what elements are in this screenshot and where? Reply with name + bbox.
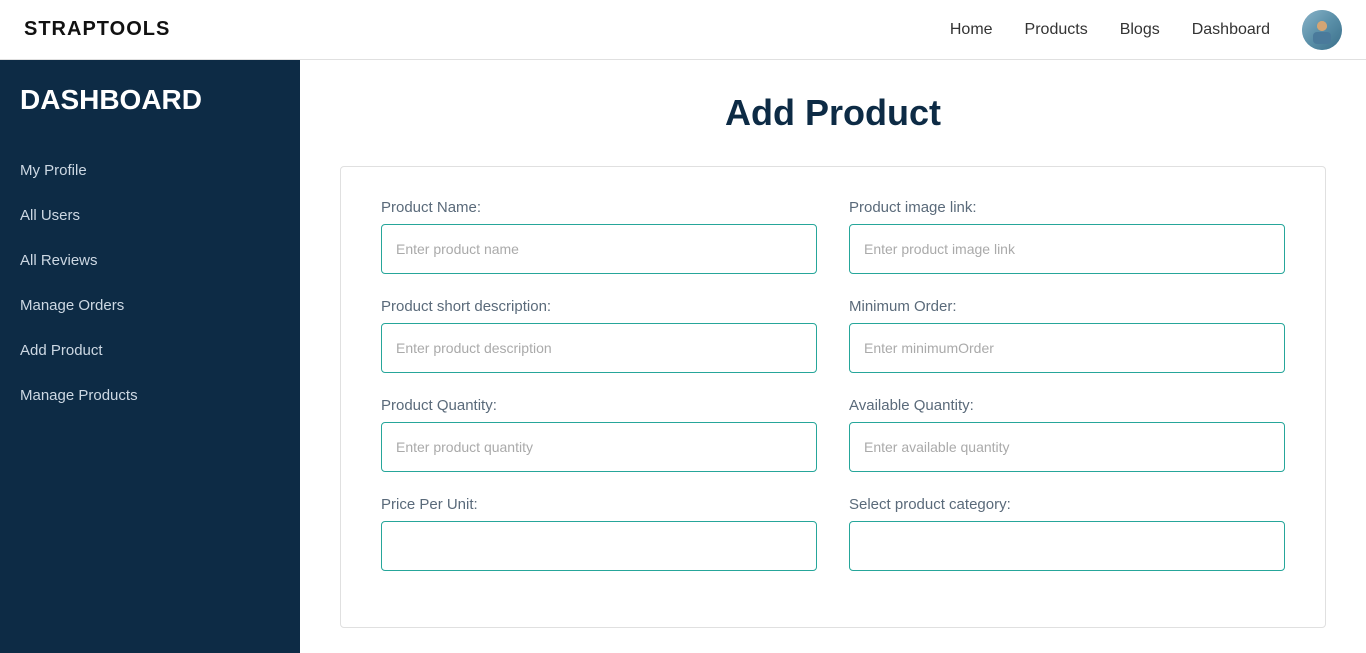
main-content: Add Product Product Name: Product image … — [300, 60, 1366, 653]
form-row-3: Product Quantity: Available Quantity: — [381, 397, 1285, 472]
available-quantity-label: Available Quantity: — [849, 397, 1285, 414]
price-per-unit-label: Price Per Unit: — [381, 496, 817, 513]
sidebar: DASHBOARD My Profile All Users All Revie… — [0, 60, 300, 653]
sidebar-item-my-profile[interactable]: My Profile — [0, 148, 300, 193]
form-group-product-quantity: Product Quantity: — [381, 397, 817, 472]
product-description-label: Product short description: — [381, 298, 817, 315]
price-per-unit-input[interactable] — [381, 521, 817, 571]
form-group-available-quantity: Available Quantity: — [849, 397, 1285, 472]
available-quantity-input[interactable] — [849, 422, 1285, 472]
avatar[interactable] — [1302, 10, 1342, 50]
page-title: Add Product — [340, 92, 1326, 134]
add-product-form: Product Name: Product image link: Produc… — [340, 166, 1326, 628]
product-quantity-label: Product Quantity: — [381, 397, 817, 414]
form-group-product-description: Product short description: — [381, 298, 817, 373]
product-category-input[interactable] — [849, 521, 1285, 571]
sidebar-item-manage-orders[interactable]: Manage Orders — [0, 283, 300, 328]
nav-home[interactable]: Home — [950, 21, 993, 39]
product-category-label: Select product category: — [849, 496, 1285, 513]
logo: STRAPTOOLS — [24, 18, 170, 41]
sidebar-item-all-users[interactable]: All Users — [0, 193, 300, 238]
sidebar-item-add-product[interactable]: Add Product — [0, 328, 300, 373]
main-nav: Home Products Blogs Dashboard — [950, 10, 1342, 50]
form-group-product-category: Select product category: — [849, 496, 1285, 571]
nav-dashboard[interactable]: Dashboard — [1192, 21, 1270, 39]
minimum-order-label: Minimum Order: — [849, 298, 1285, 315]
form-row-2: Product short description: Minimum Order… — [381, 298, 1285, 373]
nav-blogs[interactable]: Blogs — [1120, 21, 1160, 39]
product-name-label: Product Name: — [381, 199, 817, 216]
form-group-product-name: Product Name: — [381, 199, 817, 274]
sidebar-item-all-reviews[interactable]: All Reviews — [0, 238, 300, 283]
main-layout: DASHBOARD My Profile All Users All Revie… — [0, 60, 1366, 653]
product-image-link-label: Product image link: — [849, 199, 1285, 216]
sidebar-item-manage-products[interactable]: Manage Products — [0, 373, 300, 418]
form-group-minimum-order: Minimum Order: — [849, 298, 1285, 373]
form-group-price-per-unit: Price Per Unit: — [381, 496, 817, 571]
product-name-input[interactable] — [381, 224, 817, 274]
form-group-product-image-link: Product image link: — [849, 199, 1285, 274]
header: STRAPTOOLS Home Products Blogs Dashboard — [0, 0, 1366, 60]
sidebar-title: DASHBOARD — [0, 84, 300, 148]
form-row-4: Price Per Unit: Select product category: — [381, 496, 1285, 571]
minimum-order-input[interactable] — [849, 323, 1285, 373]
avatar-image — [1302, 10, 1342, 50]
product-image-link-input[interactable] — [849, 224, 1285, 274]
form-row-1: Product Name: Product image link: — [381, 199, 1285, 274]
product-description-input[interactable] — [381, 323, 817, 373]
nav-products[interactable]: Products — [1025, 21, 1088, 39]
product-quantity-input[interactable] — [381, 422, 817, 472]
